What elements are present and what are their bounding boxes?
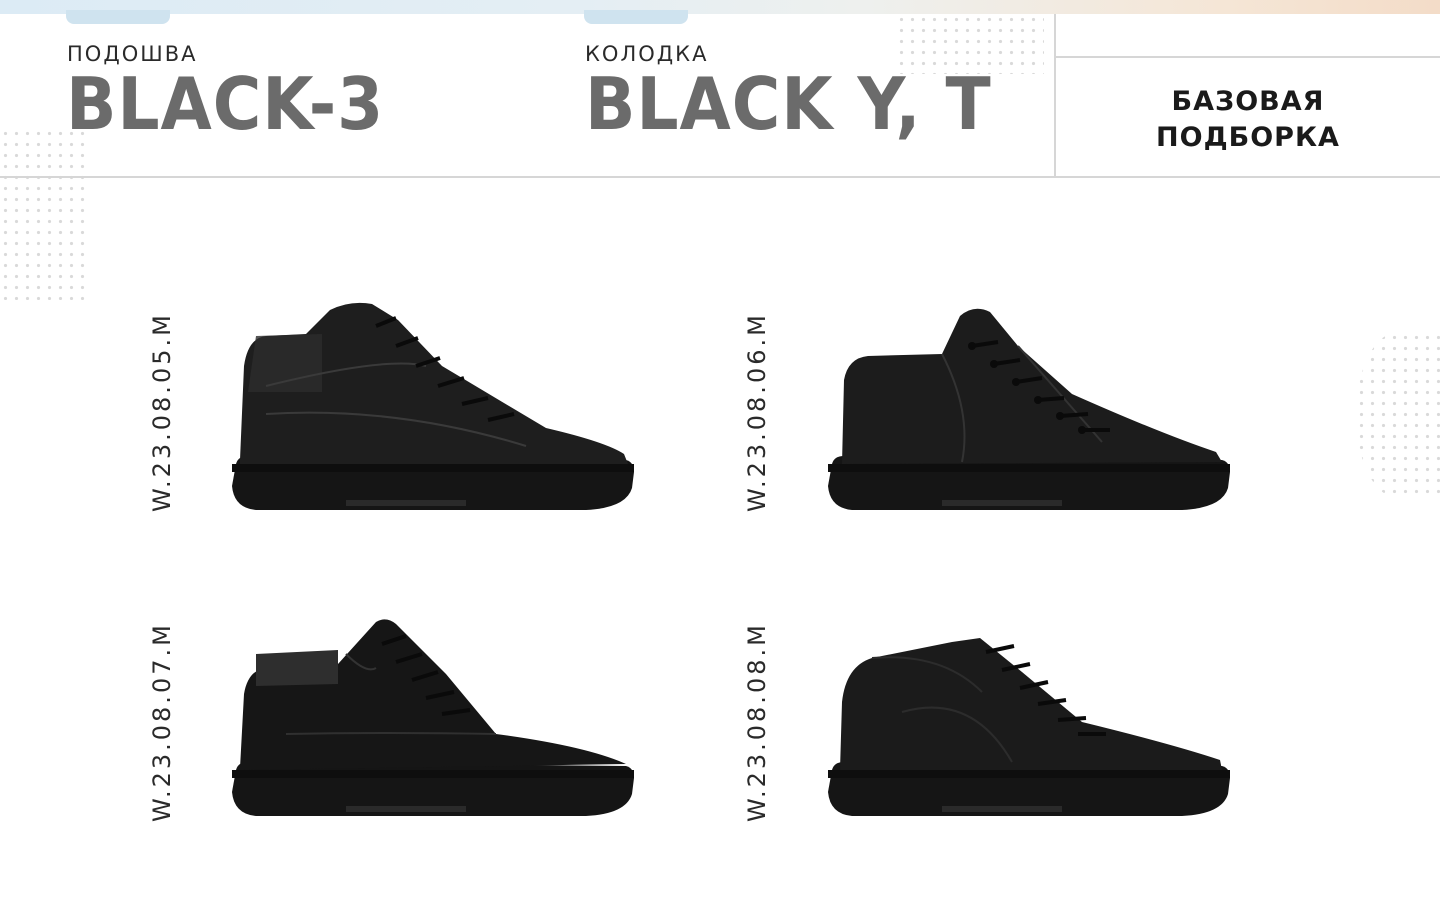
product-image-1[interactable] <box>226 296 638 520</box>
product-sku-3: W.23.08.07.M <box>148 622 176 822</box>
product-image-3[interactable] <box>226 614 638 826</box>
header-box-divider <box>1056 56 1440 58</box>
last-model: BLACK Y, T <box>585 62 992 146</box>
product-image-4[interactable] <box>822 632 1234 826</box>
decorative-dot-pattern-left <box>0 128 90 300</box>
top-gradient-strip <box>0 0 1440 14</box>
product-image-2[interactable] <box>822 302 1234 520</box>
collection-label-line2: ПОДБОРКА <box>1156 122 1340 153</box>
sole-model: BLACK-3 <box>66 62 385 146</box>
header-tab-marker-last <box>584 10 688 24</box>
header-tab-marker-sole <box>66 10 170 24</box>
collection-label-line1: БАЗОВАЯ <box>1171 86 1325 117</box>
collection-label: БАЗОВАЯ ПОДБОРКА <box>1056 84 1440 156</box>
product-sku-4: W.23.08.08.M <box>743 622 771 822</box>
decorative-dot-pattern-right <box>1356 332 1440 498</box>
product-sku-2: W.23.08.06.M <box>743 312 771 512</box>
header-bottom-divider <box>0 176 1440 178</box>
product-sku-1: W.23.08.05.M <box>148 312 176 512</box>
